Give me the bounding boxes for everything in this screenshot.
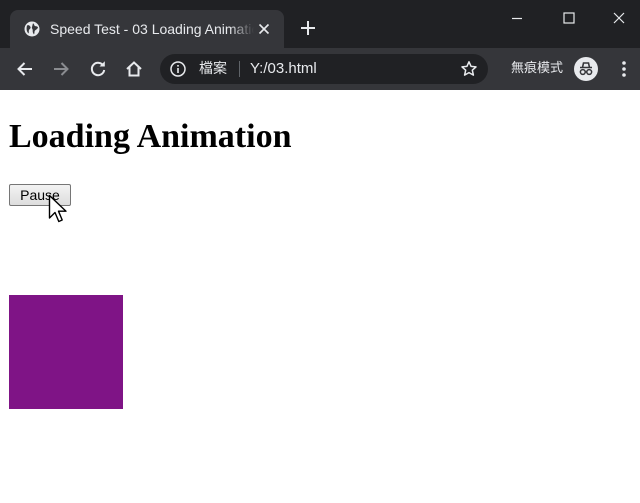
new-tab-icon[interactable] bbox=[298, 18, 318, 38]
tab-close-icon[interactable] bbox=[256, 21, 272, 37]
page-content: Loading Animation Pause bbox=[0, 90, 640, 503]
home-icon[interactable] bbox=[122, 57, 146, 81]
animated-box bbox=[9, 295, 123, 409]
browser-tab[interactable]: Speed Test - 03 Loading Animation bbox=[10, 10, 284, 48]
address-bar[interactable]: 檔案 Y:/03.html bbox=[160, 54, 488, 84]
url-scheme-label: 檔案 bbox=[199, 61, 227, 77]
browser-toolbar: 檔案 Y:/03.html 無痕模式 bbox=[0, 48, 640, 90]
window-close-icon[interactable] bbox=[596, 4, 640, 32]
tab-strip: Speed Test - 03 Loading Animation bbox=[0, 0, 640, 48]
divider bbox=[239, 61, 240, 77]
maximize-icon[interactable] bbox=[546, 4, 592, 32]
back-arrow-icon[interactable] bbox=[13, 57, 37, 81]
more-menu-icon[interactable] bbox=[612, 57, 636, 81]
minimize-icon[interactable] bbox=[494, 4, 540, 32]
url-text[interactable]: Y:/03.html bbox=[250, 60, 317, 78]
star-icon[interactable] bbox=[460, 60, 478, 78]
incognito-icon[interactable] bbox=[574, 57, 598, 81]
browser-window: Speed Test - 03 Loading Animation 檔案 Y:/… bbox=[0, 0, 640, 503]
pause-button[interactable]: Pause bbox=[9, 184, 71, 206]
info-icon[interactable] bbox=[170, 61, 186, 77]
incognito-label[interactable]: 無痕模式 bbox=[511, 61, 563, 77]
globe-icon bbox=[24, 21, 40, 37]
page-heading: Loading Animation bbox=[9, 118, 292, 155]
reload-icon[interactable] bbox=[86, 57, 110, 81]
forward-arrow-icon[interactable] bbox=[49, 57, 73, 81]
tab-title: Speed Test - 03 Loading Animation bbox=[50, 21, 254, 37]
